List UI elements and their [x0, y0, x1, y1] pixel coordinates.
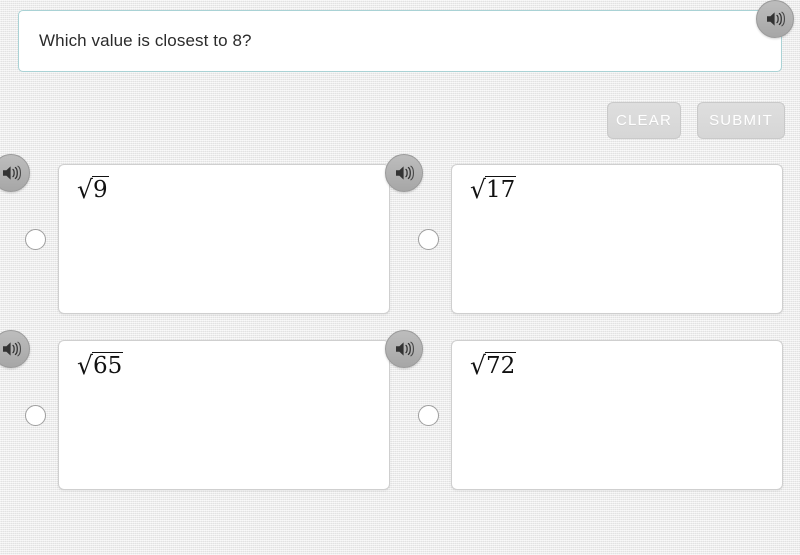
speaker-icon[interactable]	[0, 154, 30, 192]
radical-sign-icon: √	[470, 175, 486, 204]
clear-button[interactable]: CLEAR	[607, 102, 681, 139]
answer-radio-button[interactable]	[418, 229, 439, 250]
answer-value: √65	[77, 351, 124, 381]
radicand-value: 72	[484, 352, 517, 379]
question-text: Which value is closest to 8?	[39, 31, 252, 50]
answer-value: √17	[470, 175, 517, 205]
answer-radio-button[interactable]	[25, 229, 46, 250]
radical-sign-icon: √	[77, 351, 93, 380]
radical-sign-icon: √	[77, 175, 93, 204]
speaker-icon[interactable]	[385, 154, 423, 192]
answer-value: √72	[470, 351, 517, 381]
answer-card[interactable]: √72	[451, 340, 783, 490]
answer-card[interactable]: √65	[58, 340, 390, 490]
question-box: Which value is closest to 8?	[18, 10, 782, 72]
radicand-value: 65	[91, 352, 124, 379]
answer-value: √9	[77, 175, 109, 205]
radicand-value: 17	[484, 176, 517, 203]
submit-button[interactable]: SUBMIT	[697, 102, 785, 139]
answer-choice-grid: √9 √17 √65 √72	[0, 0, 800, 555]
speaker-icon[interactable]	[756, 0, 794, 38]
answer-radio-button[interactable]	[25, 405, 46, 426]
speaker-icon[interactable]	[0, 330, 30, 368]
radicand-value: 9	[91, 176, 109, 203]
answer-card[interactable]: √9	[58, 164, 390, 314]
answer-radio-button[interactable]	[418, 405, 439, 426]
radical-sign-icon: √	[470, 351, 486, 380]
speaker-icon[interactable]	[385, 330, 423, 368]
answer-card[interactable]: √17	[451, 164, 783, 314]
action-bar: CLEAR SUBMIT	[0, 102, 786, 140]
